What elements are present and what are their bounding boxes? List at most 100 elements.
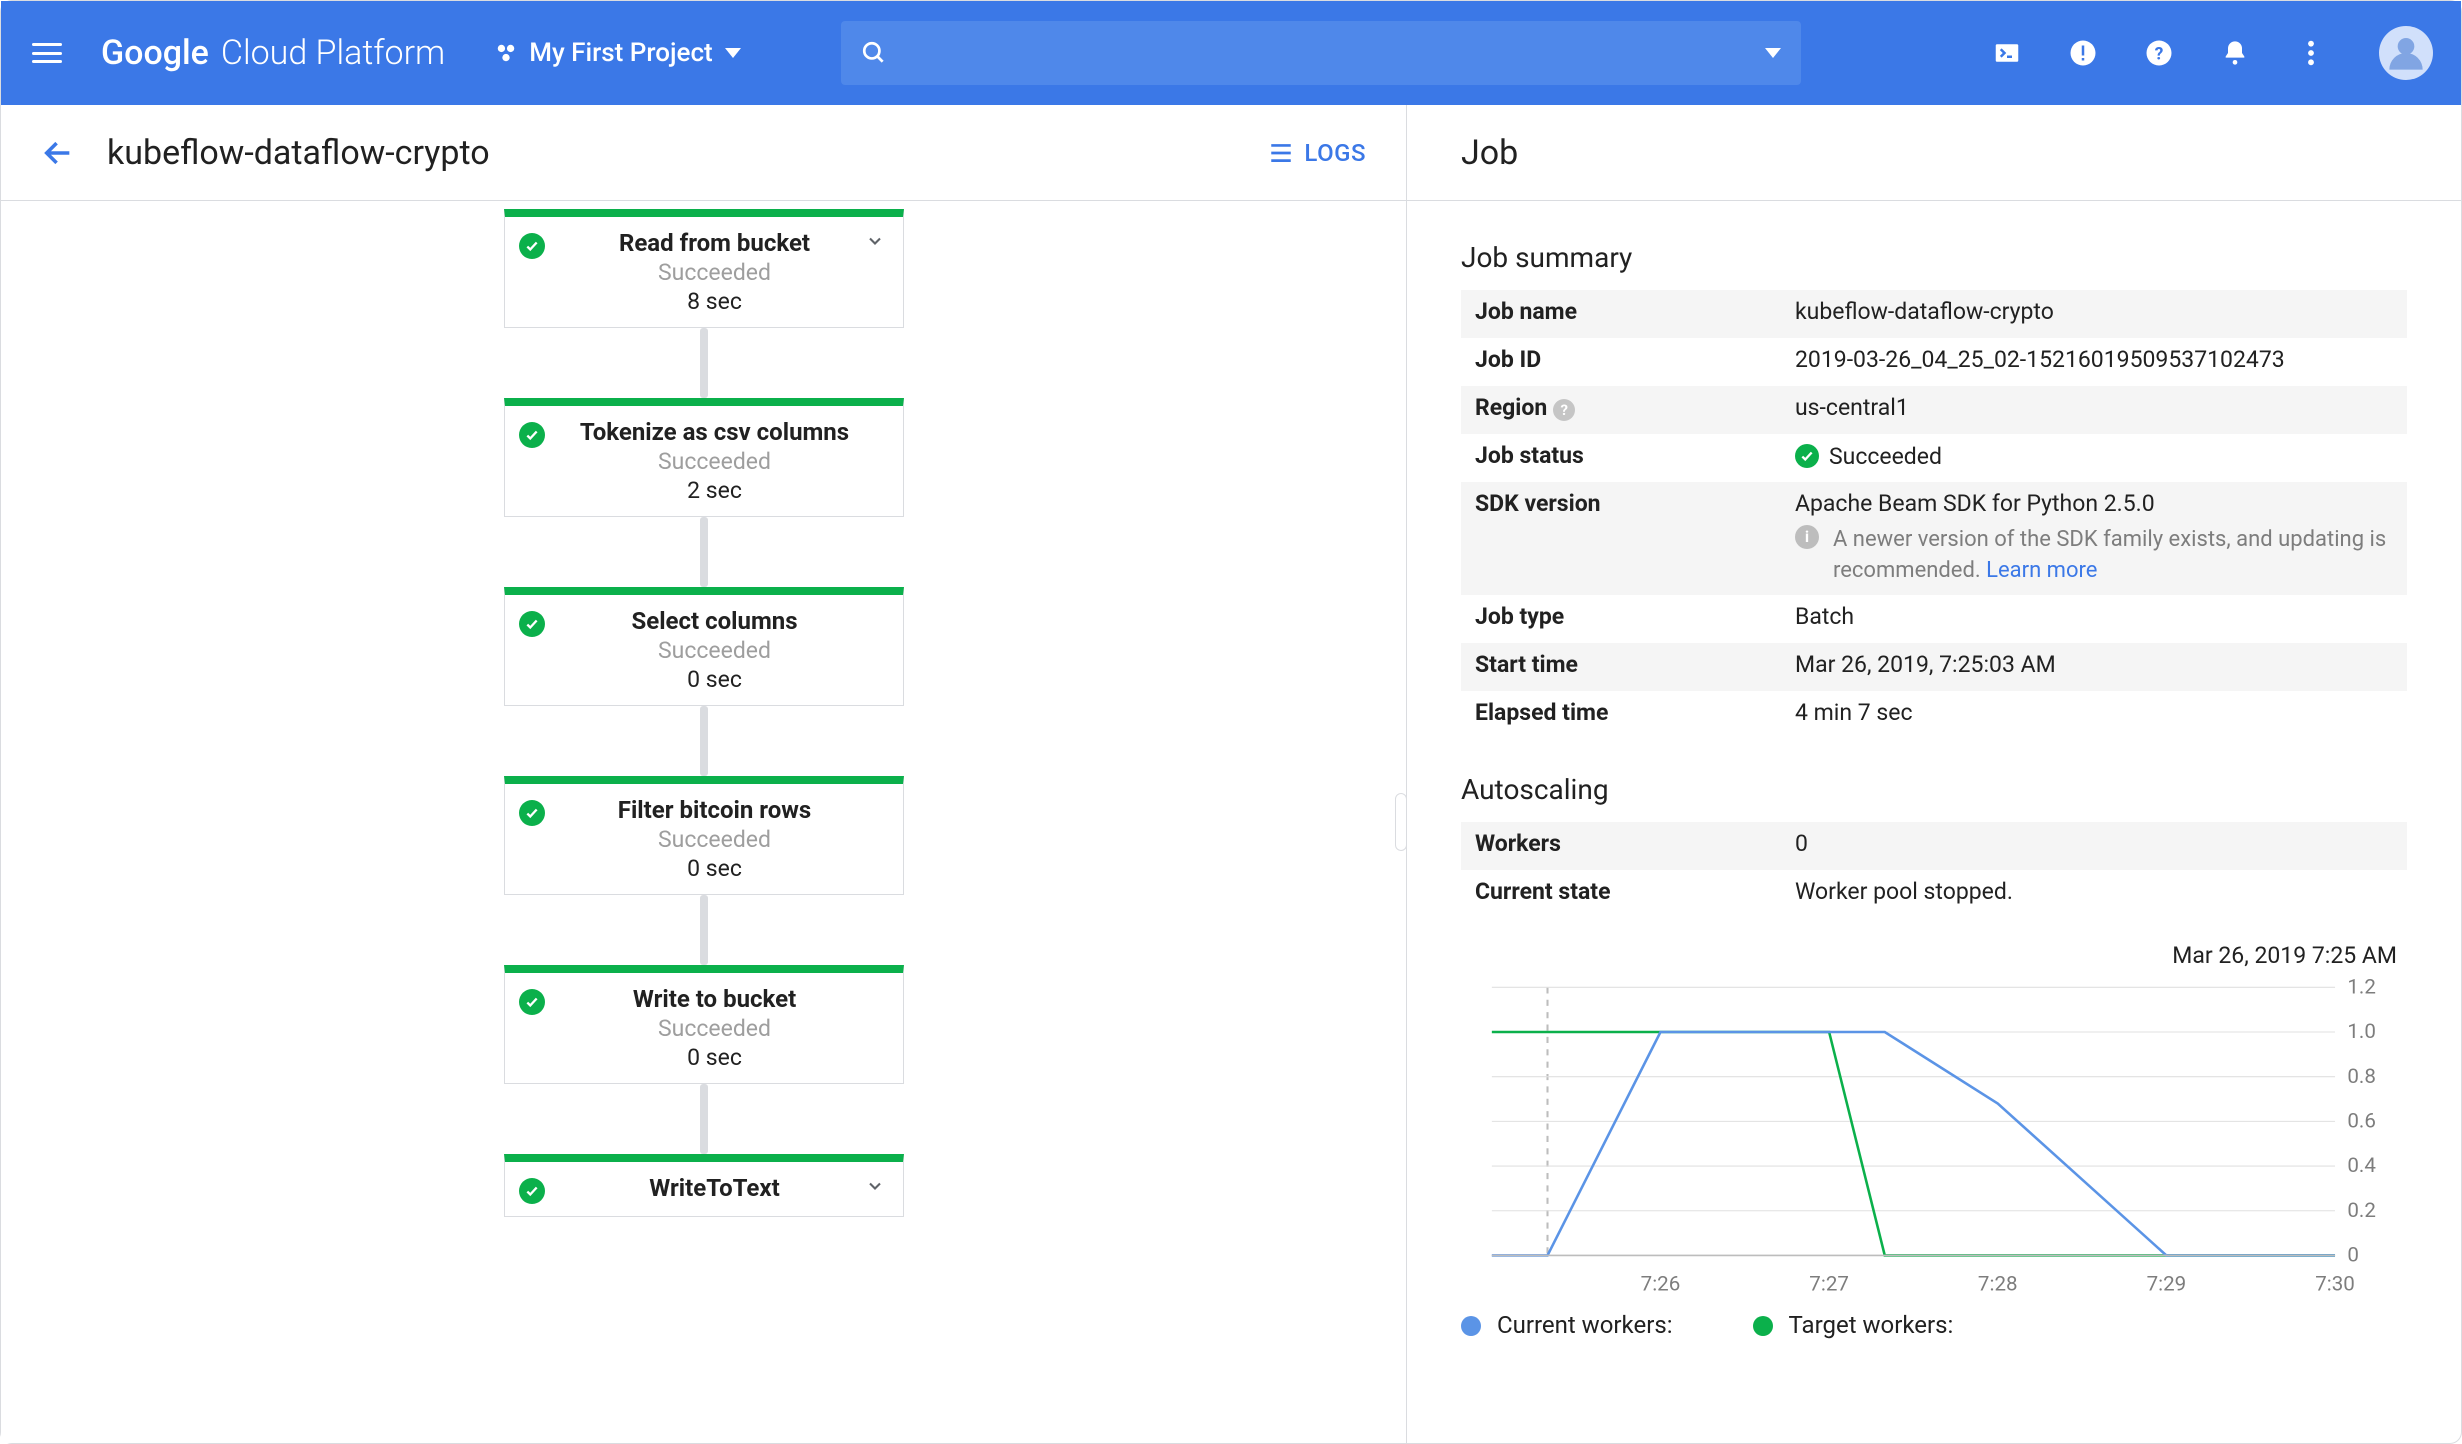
brand-bold: Google [101,33,209,73]
legend-current-label: Current workers: [1497,1311,1673,1339]
notifications-icon[interactable] [2217,35,2253,71]
help-icon[interactable]: ? [2141,35,2177,71]
node-title: Write to bucket [633,985,796,1013]
pipeline-node[interactable]: Select columnsSucceeded0 sec [504,587,904,706]
node-title: Select columns [631,607,797,635]
logs-icon [1268,142,1294,164]
region-key: Region? [1461,386,1781,434]
node-status: Succeeded [658,259,771,286]
svg-text:7:30: 7:30 [2315,1272,2355,1296]
state-key: Current state [1461,870,1781,918]
node-status: Succeeded [658,1015,771,1042]
node-time: 2 sec [687,477,742,504]
job-type-key: Job type [1461,595,1781,643]
node-title: Filter bitcoin rows [618,796,811,824]
job-summary-title: Job summary [1461,241,2407,274]
pipeline-graph-pane[interactable]: Read from bucketSucceeded8 secTokenize a… [1,201,1407,1443]
caret-down-icon [725,48,741,58]
more-vert-icon[interactable] [2293,35,2329,71]
pipeline-node[interactable]: Read from bucketSucceeded8 sec [504,209,904,328]
node-title: Read from bucket [619,229,810,257]
elapsed-key: Elapsed time [1461,691,1781,739]
check-circle-icon [1795,444,1819,468]
job-name-val: kubeflow-dataflow-crypto [1781,290,2407,338]
region-help-icon[interactable]: ? [1553,399,1575,421]
job-summary-table: Job namekubeflow-dataflow-crypto Job ID2… [1461,290,2407,739]
project-name: My First Project [529,38,712,68]
sdk-note: i A newer version of the SDK family exis… [1795,525,2393,587]
svg-text:0.8: 0.8 [2347,1064,2376,1088]
chart-legend: Current workers: Target workers: [1461,1311,2407,1339]
svg-text:7:29: 7:29 [2147,1272,2187,1296]
legend-current-dot [1461,1316,1481,1336]
svg-text:0.2: 0.2 [2347,1199,2376,1223]
pipeline-node[interactable]: Write to bucketSucceeded0 sec [504,965,904,1084]
elapsed-val: 4 min 7 sec [1781,691,2407,739]
brand-logo: Google Cloud Platform [101,33,445,73]
pipeline-node[interactable]: WriteToText [504,1154,904,1217]
workers-val: 0 [1781,822,2407,870]
node-title: Tokenize as csv columns [580,418,849,446]
autoscaling-title: Autoscaling [1461,773,2407,806]
pipeline-node[interactable]: Filter bitcoin rowsSucceeded0 sec [504,776,904,895]
check-circle-icon [519,422,545,448]
menu-icon[interactable] [29,35,65,71]
chart-timestamp: Mar 26, 2019 7:25 AM [1461,942,2397,969]
logs-label: LOGS [1304,139,1366,167]
learn-more-link[interactable]: Learn more [1986,558,2097,583]
project-icon [495,42,517,64]
detail-pane[interactable]: Job summary Job namekubeflow-dataflow-cr… [1407,201,2461,1443]
logs-button[interactable]: LOGS [1268,139,1366,167]
region-val: us-central1 [1781,386,2407,434]
top-app-bar: Google Cloud Platform My First Project ? [1,1,2461,105]
svg-text:7:28: 7:28 [1978,1272,2018,1296]
svg-text:0.6: 0.6 [2347,1109,2376,1133]
svg-text:1.0: 1.0 [2347,1020,2376,1044]
workers-key: Workers [1461,822,1781,870]
chevron-down-icon[interactable] [865,1176,889,1200]
autoscaling-table: Workers0 Current stateWorker pool stoppe… [1461,822,2407,918]
node-time: 0 sec [687,1044,742,1071]
back-arrow-icon[interactable] [41,136,75,170]
alert-icon[interactable] [2065,35,2101,71]
node-title: WriteToText [649,1174,779,1202]
node-status: Succeeded [658,826,771,853]
search-icon [861,40,887,66]
svg-text:?: ? [2155,44,2164,64]
svg-text:7:26: 7:26 [1641,1272,1681,1296]
chevron-down-icon[interactable] [865,231,889,255]
check-circle-icon [519,611,545,637]
svg-text:7:27: 7:27 [1809,1272,1849,1296]
info-icon: i [1795,525,1819,549]
autoscaling-chart: 00.20.40.60.81.01.27:267:277:287:297:30 [1461,977,2407,1307]
node-time: 8 sec [687,288,742,315]
check-circle-icon [519,233,545,259]
node-connector [700,328,708,398]
pane-resize-handle[interactable] [1395,793,1407,851]
node-time: 0 sec [687,855,742,882]
node-time: 0 sec [687,666,742,693]
brand-regular: Cloud Platform [221,33,445,73]
start-time-key: Start time [1461,643,1781,691]
node-status: Succeeded [658,637,771,664]
job-id-val: 2019-03-26_04_25_02-15216019509537102473 [1781,338,2407,386]
node-connector [700,517,708,587]
node-connector [700,1084,708,1154]
project-picker[interactable]: My First Project [495,38,740,68]
check-circle-icon [519,989,545,1015]
sdk-key: SDK version [1461,482,1781,595]
node-connector [700,706,708,776]
check-circle-icon [519,1178,545,1204]
svg-text:0.4: 0.4 [2347,1154,2376,1178]
cloud-shell-icon[interactable] [1989,35,2025,71]
detail-panel-title: Job [1461,133,1518,173]
svg-text:0: 0 [2347,1243,2359,1267]
pipeline-node[interactable]: Tokenize as csv columnsSucceeded2 sec [504,398,904,517]
job-name-key: Job name [1461,290,1781,338]
search-dropdown-icon[interactable] [1765,48,1781,58]
legend-target-label: Target workers: [1789,1311,1954,1339]
check-circle-icon [519,800,545,826]
avatar[interactable] [2379,26,2433,80]
search-input[interactable] [841,21,1801,85]
page-bar: kubeflow-dataflow-crypto LOGS Job [1,105,2461,201]
